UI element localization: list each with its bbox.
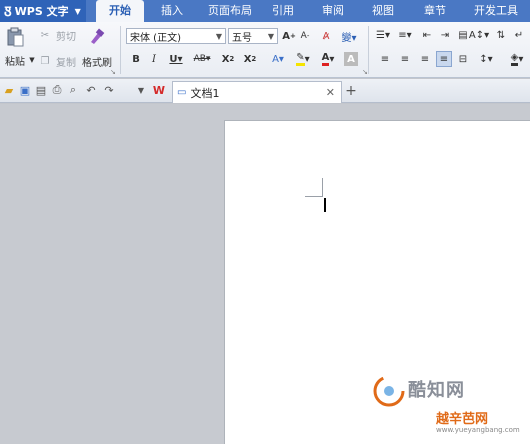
chevron-down-icon: ▼: [215, 31, 222, 41]
justify-icon[interactable]: ≡: [436, 51, 452, 67]
tab-insert[interactable]: 插入: [152, 0, 192, 22]
show-marks-icon[interactable]: ↵: [512, 28, 526, 42]
document-tab-title: 文档1: [190, 86, 220, 100]
print-icon[interactable]: ⎙: [50, 83, 64, 97]
wps-brand-icon[interactable]: W: [152, 83, 166, 97]
format-painter-icon[interactable]: [86, 26, 108, 48]
sort-az-icon[interactable]: ⇅: [494, 28, 508, 42]
superscript-icon[interactable]: X2: [220, 52, 236, 66]
shading-icon[interactable]: ◈ ▾: [506, 52, 528, 66]
font-size-select[interactable]: 五号 ▼: [228, 28, 278, 44]
watermark-logo-icon: [373, 375, 405, 407]
watermark-title: 酷知网: [408, 380, 465, 401]
align-left-icon[interactable]: ≡: [378, 52, 392, 66]
clear-format-icon[interactable]: A̷: [318, 28, 334, 44]
font-size-value: 五号: [232, 32, 252, 44]
chevron-down-icon: ▼: [74, 6, 81, 16]
align-center-icon[interactable]: ≡: [398, 52, 412, 66]
text-effect-icon[interactable]: A▾: [268, 52, 288, 66]
customize-dropdown-icon[interactable]: ▼: [134, 83, 148, 97]
margin-mark: [305, 196, 323, 197]
scissors-icon[interactable]: ✂: [38, 28, 52, 42]
underline-icon[interactable]: U▾: [166, 52, 186, 66]
new-tab-icon[interactable]: +: [344, 83, 358, 99]
sort-icon[interactable]: A↕▾: [468, 28, 490, 42]
tab-chapter[interactable]: 章节: [418, 0, 452, 22]
char-shading-icon[interactable]: A: [344, 52, 358, 66]
app-menu-button[interactable]: Ꟑ WPS 文字 ▼: [0, 0, 86, 22]
strikethrough-icon[interactable]: AB▾: [192, 52, 212, 66]
tab-references[interactable]: 引用: [266, 0, 300, 22]
redo-icon[interactable]: ↷: [102, 83, 116, 97]
save-icon[interactable]: ▣: [18, 83, 32, 97]
paste-button[interactable]: 粘贴: [2, 54, 28, 68]
font-launcher-icon[interactable]: ↘: [362, 68, 368, 76]
decrease-indent-icon[interactable]: ⇤: [420, 28, 434, 42]
italic-icon[interactable]: I: [148, 52, 160, 66]
subscript-icon[interactable]: X2: [242, 52, 258, 66]
tab-home[interactable]: 开始: [96, 0, 144, 22]
bullet-list-icon[interactable]: ☰▾: [374, 28, 392, 42]
paste-dropdown-icon[interactable]: ▼: [28, 54, 36, 66]
tab-page-layout[interactable]: 页面布局: [200, 0, 260, 22]
document-icon: ▭: [177, 87, 187, 98]
text-cursor: [324, 198, 326, 212]
open-folder-icon[interactable]: ▰: [2, 83, 16, 97]
format-painter-button[interactable]: 格式刷: [80, 54, 114, 69]
chevron-down-icon: ▼: [267, 31, 274, 41]
phonetic-guide-icon[interactable]: 變▾: [338, 28, 360, 44]
tab-review[interactable]: 审阅: [316, 0, 350, 22]
grow-font-icon[interactable]: A +: [282, 28, 296, 44]
shrink-font-icon[interactable]: A-: [298, 28, 312, 44]
margin-mark: [322, 178, 323, 196]
tab-developer[interactable]: 开发工具: [466, 0, 526, 22]
document-tab[interactable]: ▭ 文档1 ✕: [172, 81, 342, 103]
increase-indent-icon[interactable]: ⇥: [438, 28, 452, 42]
paste-icon[interactable]: [4, 26, 26, 48]
copy-icon[interactable]: ❐: [38, 54, 52, 68]
quick-access-bar: ▰ ▣ ▤ ⎙ ⌕ ↶ ↷ ▼ W ▭ 文档1 ✕ +: [0, 79, 530, 103]
line-spacing-icon[interactable]: ↕▾: [476, 52, 496, 66]
ribbon: 粘贴 ▼ ✂ 剪切 ❐ 复制 格式刷 ↘ 宋体 (正文) ▼ 五号 ▼ A + A…: [0, 22, 530, 78]
font-name-value: 宋体 (正文): [130, 32, 181, 44]
app-name: WPS 文字: [14, 5, 69, 18]
highlight-icon[interactable]: ✎ ▾: [292, 52, 314, 66]
font-name-select[interactable]: 宋体 (正文) ▼: [126, 28, 226, 44]
undo-icon[interactable]: ↶: [84, 83, 98, 97]
bold-icon[interactable]: B: [130, 52, 142, 66]
watermark-url: www.yueyangbang.com: [436, 426, 520, 434]
export-pdf-icon[interactable]: ▤: [34, 83, 48, 97]
copy-button[interactable]: 复制: [54, 54, 78, 69]
menu-tab-bar: Ꟑ WPS 文字 ▼ 开始 插入 页面布局 引用 审阅 视图 章节 开发工具: [0, 0, 530, 22]
distributed-icon[interactable]: ⊟: [456, 52, 470, 66]
tab-view[interactable]: 视图: [366, 0, 400, 22]
font-color-icon[interactable]: A ▾: [318, 52, 338, 66]
cut-button[interactable]: 剪切: [54, 28, 78, 43]
numbered-list-icon[interactable]: ≡▾: [396, 28, 414, 42]
wps-logo-icon: Ꟑ: [4, 5, 12, 20]
watermark-subtitle: 越辛芭网: [436, 412, 489, 427]
print-preview-icon[interactable]: ⌕: [66, 83, 80, 97]
close-icon[interactable]: ✕: [326, 86, 335, 99]
align-right-icon[interactable]: ≡: [418, 52, 432, 66]
clipboard-launcher-icon[interactable]: ↘: [110, 68, 116, 76]
